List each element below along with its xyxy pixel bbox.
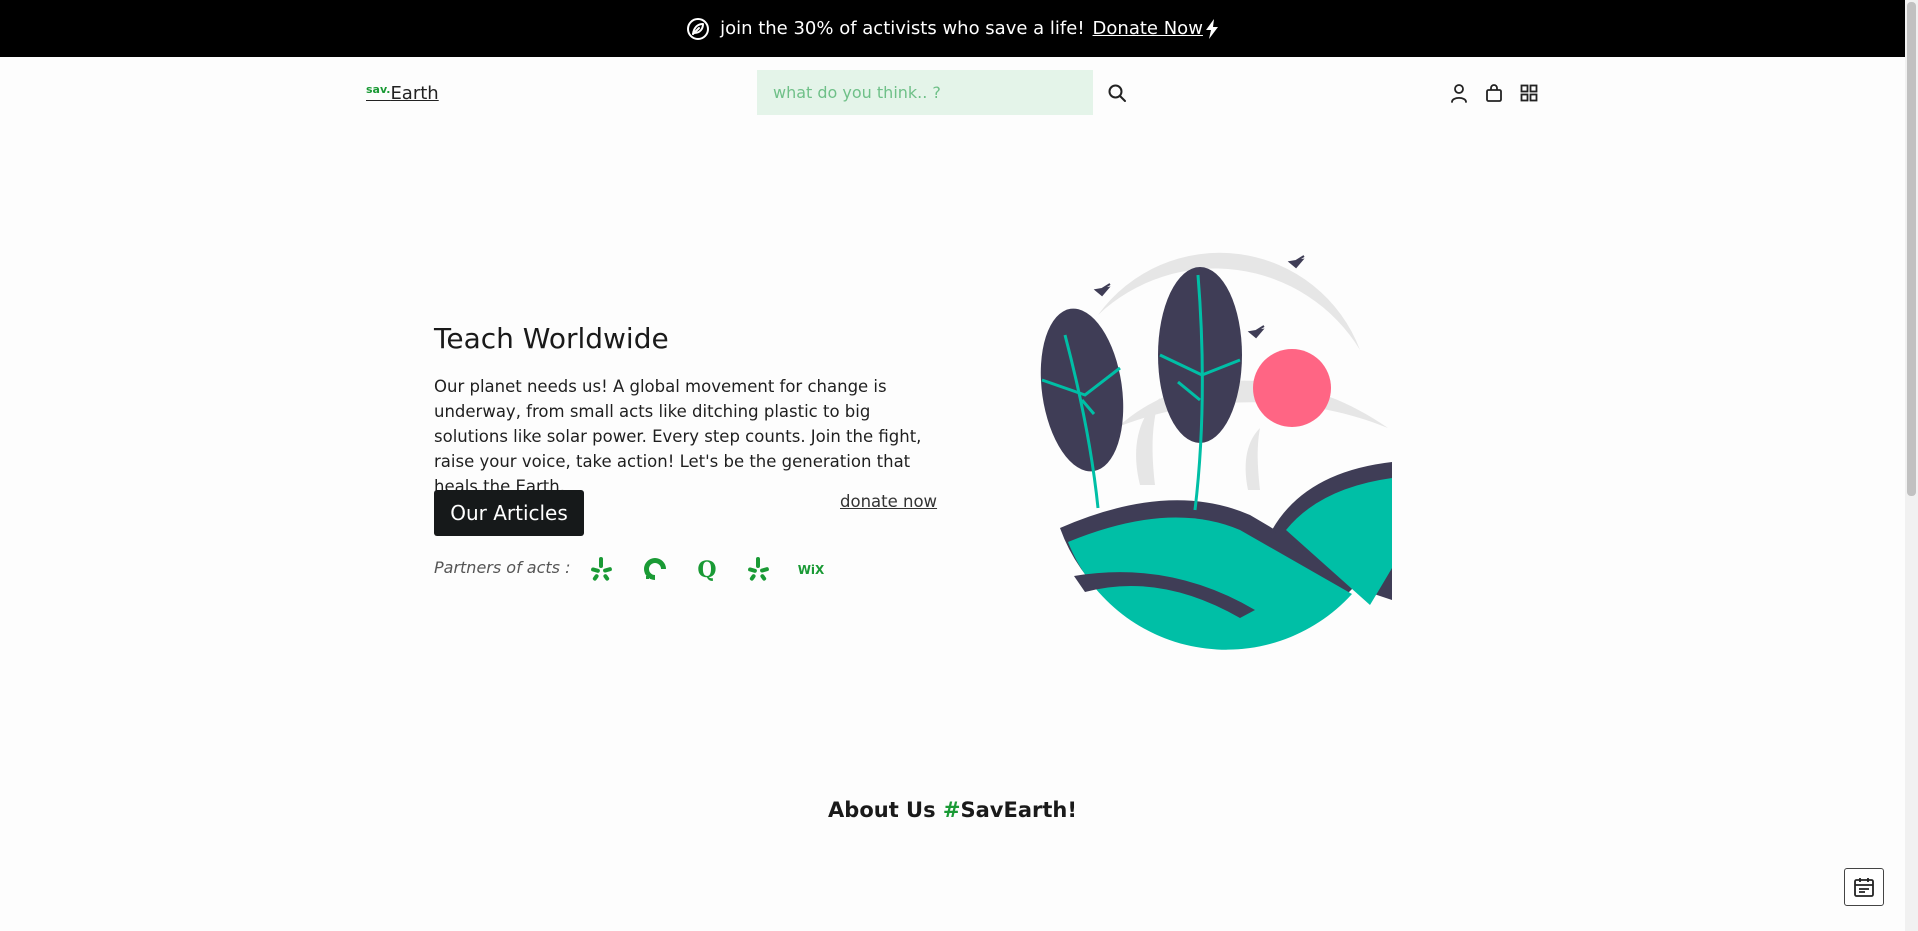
announcement-text: join the 30% of activists who save a lif… xyxy=(720,18,1085,39)
about-heading: About Us #SavEarth! xyxy=(0,798,1905,822)
user-icon[interactable] xyxy=(1449,83,1469,103)
our-articles-button[interactable]: Our Articles xyxy=(434,490,584,536)
donate-now-link-secondary[interactable]: donate now xyxy=(840,492,937,511)
calendar-button[interactable] xyxy=(1844,868,1884,906)
hero-description: Our planet needs us! A global movement f… xyxy=(434,377,922,496)
yelp-icon-2 xyxy=(748,557,769,581)
bag-icon[interactable] xyxy=(1484,83,1504,103)
about-hash: # xyxy=(942,798,961,822)
announcement-bar: join the 30% of activists who save a lif… xyxy=(0,0,1905,57)
lightning-icon xyxy=(1205,18,1218,39)
navbar: sav.Earth xyxy=(0,57,1905,129)
svg-text:WiX: WiX xyxy=(798,563,825,577)
svg-text:Q: Q xyxy=(697,557,716,583)
quora-icon: Q xyxy=(697,557,716,583)
logo-main: Earth xyxy=(390,83,439,104)
wix-icon: WiX xyxy=(798,563,825,577)
nature-illustration xyxy=(1040,252,1392,650)
logo-prefix: sav. xyxy=(366,83,391,96)
scrollbar-thumb[interactable] xyxy=(1907,2,1916,496)
grid-icon[interactable] xyxy=(1519,83,1539,103)
search-icon[interactable] xyxy=(1107,83,1127,103)
partners-label: Partners of acts : xyxy=(434,558,571,577)
leaf-icon xyxy=(687,17,710,40)
site-logo[interactable]: sav.Earth xyxy=(366,83,439,104)
hero-title: Teach Worldwide xyxy=(434,322,669,355)
donate-now-link[interactable]: Donate Now xyxy=(1093,18,1203,39)
yelp-icon xyxy=(591,557,612,581)
search-input[interactable] xyxy=(757,70,1093,115)
digitalocean-icon xyxy=(644,558,666,580)
calendar-icon xyxy=(1854,878,1874,897)
about-prefix: About Us xyxy=(828,798,943,822)
about-tag: SavEarth! xyxy=(960,798,1077,822)
